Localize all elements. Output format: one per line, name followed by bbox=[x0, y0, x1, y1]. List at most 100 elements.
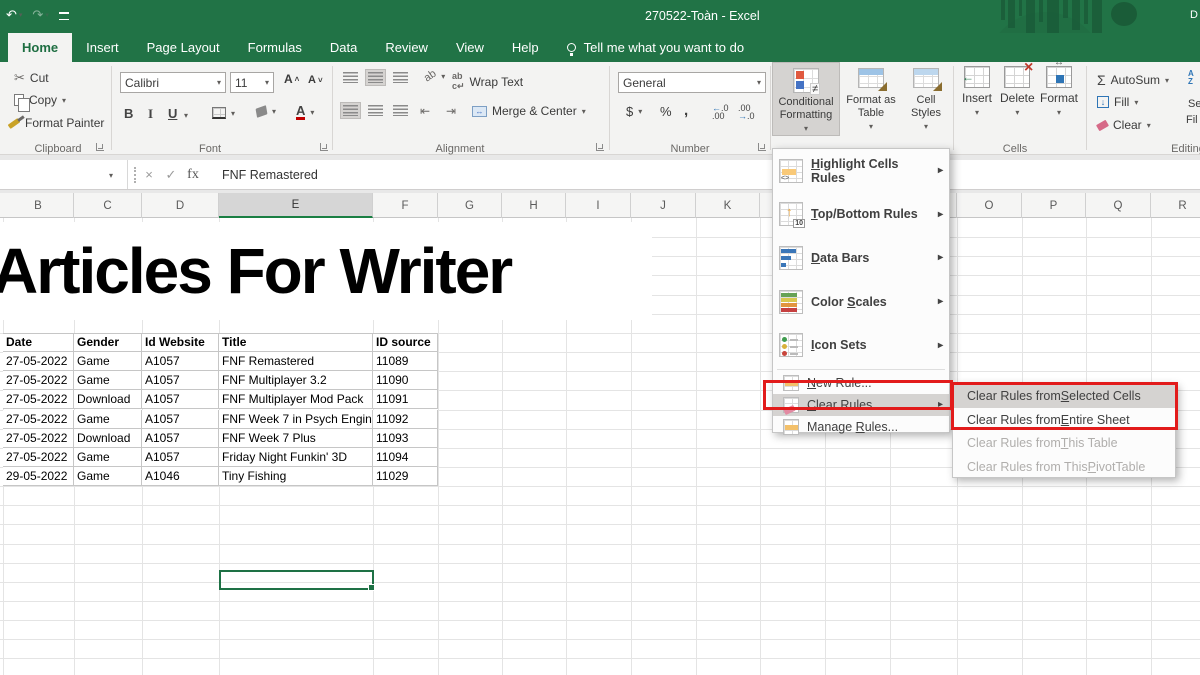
format-as-table-button[interactable]: Format as Table ▾ bbox=[842, 63, 900, 135]
alignment-dialog-launcher[interactable] bbox=[596, 143, 604, 151]
table-cell[interactable]: 27-05-2022 bbox=[3, 371, 74, 391]
cell-styles-button[interactable]: Cell Styles ▾ bbox=[902, 63, 950, 135]
menu-item-icon-sets[interactable]: Icon Sets ▸ bbox=[773, 323, 949, 367]
copy-button[interactable]: Copy ▾ bbox=[14, 93, 66, 112]
orientation-button[interactable]: ab ▾ bbox=[422, 68, 446, 85]
insert-cells-button[interactable]: Insert ▾ bbox=[962, 66, 992, 117]
tab-help[interactable]: Help bbox=[498, 33, 553, 62]
table-cell[interactable]: 11089 bbox=[373, 352, 438, 372]
column-header-B[interactable]: B bbox=[3, 193, 74, 218]
table-cell[interactable]: 11090 bbox=[373, 371, 438, 391]
table-cell[interactable]: A1057 bbox=[142, 409, 219, 429]
redo-button[interactable]: ↷ ▾ bbox=[32, 7, 48, 23]
accounting-format-button[interactable]: $ ▾ bbox=[626, 104, 642, 119]
table-cell[interactable]: Game bbox=[74, 466, 142, 487]
comma-style-button[interactable]: , bbox=[684, 102, 688, 119]
submenu-item-clear-rules-from-selected-cells[interactable]: Clear Rules from Selected Cells bbox=[953, 384, 1175, 408]
format-cells-button[interactable]: Format ▾ bbox=[1040, 57, 1078, 117]
column-header-I[interactable]: I bbox=[566, 193, 631, 218]
table-cell[interactable]: A1057 bbox=[142, 371, 219, 391]
decrease-indent-button[interactable]: ⇤ bbox=[420, 104, 430, 118]
table-cell[interactable]: FNF Remastered bbox=[219, 352, 373, 372]
autosum-button[interactable]: Σ AutoSum ▾ bbox=[1097, 72, 1169, 88]
fill-color-button[interactable]: ▾ bbox=[255, 105, 276, 118]
menu-item-manage-rules-[interactable]: Manage Rules... bbox=[773, 416, 949, 438]
tell-me-box[interactable]: Tell me what you want to do bbox=[566, 33, 744, 62]
tab-insert[interactable]: Insert bbox=[72, 33, 133, 62]
column-header-C[interactable]: C bbox=[74, 193, 142, 218]
borders-button[interactable]: ▾ bbox=[212, 107, 235, 119]
name-box[interactable]: ▾ bbox=[0, 160, 128, 189]
align-center-button[interactable] bbox=[368, 105, 383, 116]
table-cell[interactable]: Game bbox=[74, 352, 142, 372]
font-dialog-launcher[interactable] bbox=[320, 143, 328, 151]
table-cell[interactable]: Download bbox=[74, 428, 142, 448]
tab-formulas[interactable]: Formulas bbox=[234, 33, 316, 62]
column-header-G[interactable]: G bbox=[438, 193, 502, 218]
table-cell[interactable]: 29-05-2022 bbox=[3, 466, 74, 487]
table-header-cell[interactable]: Gender bbox=[74, 332, 142, 353]
table-cell[interactable]: Download bbox=[74, 390, 142, 410]
table-cell[interactable]: A1057 bbox=[142, 447, 219, 467]
menu-item-new-rule-[interactable]: New Rule... bbox=[773, 372, 949, 394]
column-header-H[interactable]: H bbox=[502, 193, 566, 218]
shrink-font-button[interactable]: A ˅ bbox=[308, 74, 323, 86]
table-cell[interactable]: 27-05-2022 bbox=[3, 428, 74, 448]
menu-item-color-scales[interactable]: Color Scales ▸ bbox=[773, 280, 949, 324]
table-cell[interactable]: Game bbox=[74, 371, 142, 391]
increase-indent-button[interactable]: ⇥ bbox=[446, 104, 456, 118]
decrease-decimal-button[interactable]: .00 →.0 bbox=[738, 104, 755, 121]
align-middle-button[interactable] bbox=[365, 69, 386, 86]
menu-item-top-bottom-rules[interactable]: ↑ 10 Top/Bottom Rules ▸ bbox=[773, 193, 949, 237]
bold-button[interactable]: B bbox=[124, 106, 133, 121]
table-cell[interactable]: Game bbox=[74, 447, 142, 467]
table-cell[interactable]: Friday Night Funkin' 3D bbox=[219, 447, 373, 467]
table-cell[interactable]: Game bbox=[74, 409, 142, 429]
column-header-Q[interactable]: Q bbox=[1086, 193, 1151, 218]
customize-qat-icon[interactable] bbox=[58, 12, 69, 20]
column-header-E[interactable]: E bbox=[219, 193, 373, 218]
clipboard-dialog-launcher[interactable] bbox=[96, 143, 104, 151]
table-header-cell[interactable]: Date bbox=[3, 332, 74, 353]
wrap-text-button[interactable]: ab c↵ Wrap Text bbox=[452, 71, 523, 92]
table-cell[interactable]: 11093 bbox=[373, 428, 438, 448]
cancel-button[interactable]: × bbox=[138, 167, 160, 182]
column-header-J[interactable]: J bbox=[631, 193, 696, 218]
column-header-K[interactable]: K bbox=[696, 193, 760, 218]
table-cell[interactable]: FNF Multiplayer Mod Pack bbox=[219, 390, 373, 410]
column-header-F[interactable]: F bbox=[373, 193, 438, 218]
insert-function-button[interactable]: fx bbox=[182, 167, 204, 183]
table-cell[interactable]: 27-05-2022 bbox=[3, 352, 74, 372]
number-format-select[interactable]: General ▾ bbox=[618, 72, 766, 93]
sort-filter-icon[interactable]: AZ bbox=[1188, 70, 1194, 86]
percent-style-button[interactable]: % bbox=[660, 104, 672, 119]
table-cell[interactable]: 11094 bbox=[373, 447, 438, 467]
table-cell[interactable]: Tiny Fishing bbox=[219, 466, 373, 487]
table-cell[interactable]: 27-05-2022 bbox=[3, 390, 74, 410]
table-cell[interactable]: FNF Week 7 Plus bbox=[219, 428, 373, 448]
italic-button[interactable]: I bbox=[148, 106, 153, 122]
font-size-select[interactable]: 11 ▾ bbox=[230, 72, 274, 93]
table-cell[interactable]: A1057 bbox=[142, 428, 219, 448]
format-painter-button[interactable]: Format Painter bbox=[7, 116, 104, 130]
table-cell[interactable]: 11091 bbox=[373, 390, 438, 410]
table-cell[interactable]: 11029 bbox=[373, 466, 438, 487]
align-right-button[interactable] bbox=[393, 105, 408, 116]
menu-item-data-bars[interactable]: Data Bars ▸ bbox=[773, 236, 949, 280]
menu-item-clear-rules[interactable]: Clear Rules ▸ bbox=[773, 393, 949, 416]
column-header-P[interactable]: P bbox=[1022, 193, 1086, 218]
conditional-formatting-button[interactable]: ≠ Conditional Formatting ▾ bbox=[772, 62, 840, 136]
font-color-button[interactable]: A ▾ bbox=[296, 104, 314, 120]
align-top-button[interactable] bbox=[343, 72, 358, 83]
column-header-O[interactable]: O bbox=[957, 193, 1022, 218]
undo-button[interactable]: ↶ ▾ bbox=[6, 7, 22, 23]
font-name-select[interactable]: Calibri ▾ bbox=[120, 72, 226, 93]
formula-bar-value[interactable]: FNF Remastered bbox=[222, 168, 318, 182]
delete-cells-button[interactable]: Delete ▾ bbox=[1000, 59, 1035, 117]
tab-data[interactable]: Data bbox=[316, 33, 371, 62]
table-cell[interactable]: 27-05-2022 bbox=[3, 409, 74, 429]
table-cell[interactable]: A1057 bbox=[142, 352, 219, 372]
enter-button[interactable]: ✓ bbox=[160, 167, 182, 183]
fill-button[interactable]: ↓ Fill ▾ bbox=[1097, 95, 1138, 109]
table-header-cell[interactable]: Title bbox=[219, 332, 373, 353]
